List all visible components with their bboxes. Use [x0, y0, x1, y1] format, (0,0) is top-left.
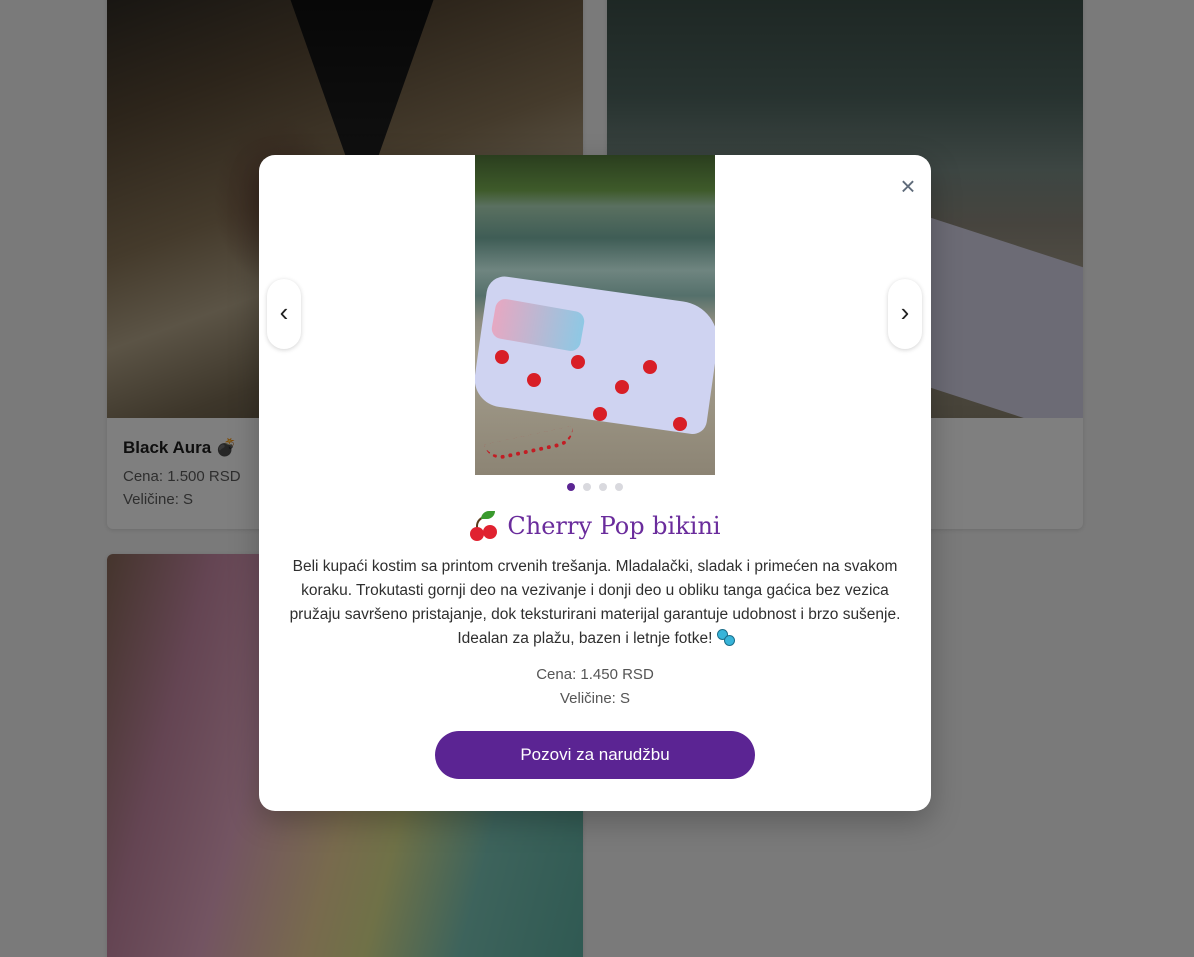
carousel-dot[interactable] [615, 483, 623, 491]
cherry-print [593, 407, 607, 421]
cherry-print [673, 417, 687, 431]
cherry-print [643, 360, 657, 374]
carousel-dots [567, 483, 623, 491]
close-icon[interactable]: × [897, 173, 919, 199]
carousel-dot[interactable] [567, 483, 575, 491]
description-text: Beli kupaći kostim sa printom crvenih tr… [289, 558, 901, 647]
modal-title-text: Cherry Pop bikini [507, 512, 721, 540]
cherry-print [571, 355, 585, 369]
cherry-print [495, 350, 509, 364]
product-description: Beli kupaći kostim sa printom crvenih tr… [279, 555, 911, 651]
cherry-print [615, 380, 629, 394]
carousel-image [475, 155, 715, 475]
product-sizes: Veličine: S [559, 690, 631, 707]
cherry-print [527, 373, 541, 387]
sparkles-icon [716, 629, 735, 646]
order-button[interactable]: Pozovi za narudžbu [435, 731, 755, 779]
bead-bracelet [484, 425, 576, 463]
carousel-dot[interactable] [599, 483, 607, 491]
page: Black Aura 💣 Cena: 1.500 RSD Veličine: S… [0, 0, 1194, 957]
product-price: Cena: 1.450 RSD [536, 666, 654, 683]
carousel-prev-button[interactable]: ‹ [267, 279, 301, 349]
carousel-next-button[interactable]: › [888, 279, 922, 349]
cherry-icon [469, 511, 499, 541]
carousel-dot[interactable] [583, 483, 591, 491]
product-modal: × ‹ › Cherry Pop bikini Beli kupaći kost… [259, 155, 931, 811]
modal-title: Cherry Pop bikini [259, 511, 931, 541]
